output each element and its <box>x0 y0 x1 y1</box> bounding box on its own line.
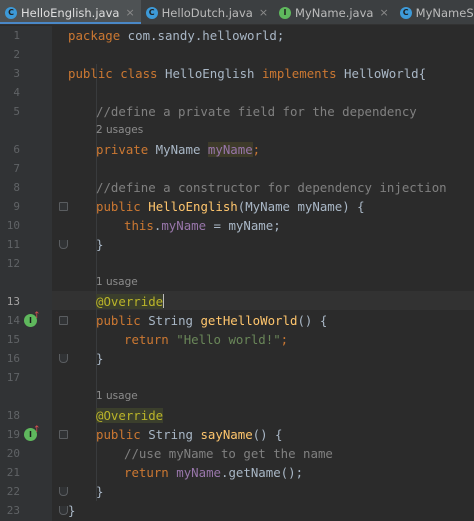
line-text: return "Hello world!"; <box>124 332 289 347</box>
line-text: } <box>96 237 104 252</box>
code-line[interactable]: 12 <box>0 254 474 273</box>
line-text: package com.sandy.helloworld; <box>68 28 285 43</box>
line-text: public String sayName() { <box>96 427 283 442</box>
line-number: 1 <box>13 29 20 42</box>
code-line[interactable]: 8 //define a constructor for dependency … <box>0 178 474 197</box>
line-text: //define a constructor for dependency in… <box>96 180 447 195</box>
editor-tab-bar: C HelloEnglish.java × C HelloDutch.java … <box>0 0 474 25</box>
line-text: } <box>96 351 104 366</box>
close-icon[interactable]: × <box>379 6 388 19</box>
code-line[interactable]: 9 public HelloEnglish(MyName myName) { <box>0 197 474 216</box>
class-icon: C <box>145 6 158 19</box>
code-line[interactable]: 1 package com.sandy.helloworld; <box>0 26 474 45</box>
fold-icon[interactable] <box>59 430 68 439</box>
line-text: this.myName = myName; <box>124 218 281 233</box>
code-line[interactable]: 18 @Override <box>0 406 474 425</box>
usages-hint[interactable]: 1 usage <box>96 387 138 406</box>
line-text: @Override <box>96 408 164 423</box>
line-number: 3 <box>13 67 20 80</box>
line-number: 11 <box>6 238 20 251</box>
tab-label: MyName.java <box>295 5 374 20</box>
line-text: @Override <box>96 294 165 309</box>
interface-icon: I <box>279 6 292 19</box>
close-icon[interactable]: × <box>259 6 268 19</box>
code-line[interactable]: 19 I ↑ public String sayName() { <box>0 425 474 444</box>
class-icon: C <box>5 6 17 19</box>
tab-hello-dutch[interactable]: C HelloDutch.java × <box>141 0 274 24</box>
tab-hello-english[interactable]: C HelloEnglish.java × <box>0 0 141 24</box>
close-icon[interactable]: × <box>125 6 134 19</box>
code-line[interactable]: 11 } <box>0 235 474 254</box>
code-editor[interactable]: 1 package com.sandy.helloworld; 2 3 publ… <box>0 26 474 521</box>
code-line[interactable]: 5 //define a private field for the depen… <box>0 102 474 121</box>
line-number: 10 <box>6 219 20 232</box>
code-line[interactable]: 6 private MyName myName; <box>0 140 474 159</box>
tab-label: HelloEnglish.java <box>21 5 120 20</box>
line-text: } <box>96 484 104 499</box>
line-number: 19 <box>6 428 20 441</box>
line-number: 20 <box>6 447 20 460</box>
line-text: public class HelloEnglish implements Hel… <box>68 66 427 81</box>
line-number: 2 <box>13 48 20 61</box>
fold-icon[interactable] <box>59 202 68 211</box>
code-line[interactable]: 20 //use myName to get the name <box>0 444 474 463</box>
fold-end-icon[interactable] <box>59 240 68 249</box>
code-line[interactable]: 13 @Override <box>0 292 474 311</box>
arrow-up-icon: ↑ <box>33 425 41 435</box>
tab-my-name[interactable]: I MyName.java × <box>274 0 395 24</box>
fold-end-icon[interactable] <box>59 354 68 363</box>
line-text: //define a private field for the depende… <box>96 104 417 119</box>
line-number: 17 <box>6 371 20 384</box>
text-caret <box>163 294 165 308</box>
line-text: //use myName to get the name <box>124 446 333 461</box>
code-line[interactable]: 16 } <box>0 349 474 368</box>
fold-end-icon[interactable] <box>59 487 68 496</box>
class-icon: C <box>399 6 412 19</box>
code-line[interactable]: 4 <box>0 83 474 102</box>
fold-end-icon[interactable] <box>59 506 68 515</box>
arrow-up-icon: ↑ <box>33 311 41 321</box>
line-number: 22 <box>6 485 20 498</box>
code-line[interactable]: 21 return myName.getName(); <box>0 463 474 482</box>
tab-label: MyNameSandy.java <box>415 5 474 20</box>
line-number: 4 <box>13 86 20 99</box>
line-number: 15 <box>6 333 20 346</box>
code-line[interactable]: 15 return "Hello world!"; <box>0 330 474 349</box>
line-number: 16 <box>6 352 20 365</box>
line-number: 14 <box>6 314 20 327</box>
code-line[interactable]: 3 public class HelloEnglish implements H… <box>0 64 474 83</box>
line-number: 8 <box>13 181 20 194</box>
line-number: 7 <box>13 162 20 175</box>
code-line[interactable]: 17 <box>0 368 474 387</box>
line-number: 18 <box>6 409 20 422</box>
tab-label: HelloDutch.java <box>161 5 253 20</box>
line-number: 12 <box>6 257 20 270</box>
line-number: 21 <box>6 466 20 479</box>
line-number: 6 <box>13 143 20 156</box>
usages-hint[interactable]: 2 usages <box>96 121 143 140</box>
line-number: 13 <box>6 295 20 308</box>
line-text: } <box>68 503 76 518</box>
code-line[interactable]: 22 } <box>0 482 474 501</box>
line-number: 5 <box>13 105 20 118</box>
code-line[interactable]: 23 } <box>0 501 474 520</box>
line-text: public HelloEnglish(MyName myName) { <box>96 199 365 214</box>
code-line[interactable]: 10 this.myName = myName; <box>0 216 474 235</box>
tab-my-name-sandy[interactable]: C MyNameSandy.java × <box>395 0 474 24</box>
line-number: 9 <box>13 200 20 213</box>
line-text: private MyName myName; <box>96 142 261 157</box>
code-line[interactable]: 2 <box>0 45 474 64</box>
code-line[interactable]: 14 I ↑ public String getHelloWorld() { <box>0 311 474 330</box>
usages-hint[interactable]: 1 usage <box>96 273 138 292</box>
line-text: return myName.getName(); <box>124 465 304 480</box>
line-number: 23 <box>6 504 20 517</box>
fold-icon[interactable] <box>59 316 68 325</box>
code-line[interactable]: 7 <box>0 159 474 178</box>
line-text: public String getHelloWorld() { <box>96 313 328 328</box>
